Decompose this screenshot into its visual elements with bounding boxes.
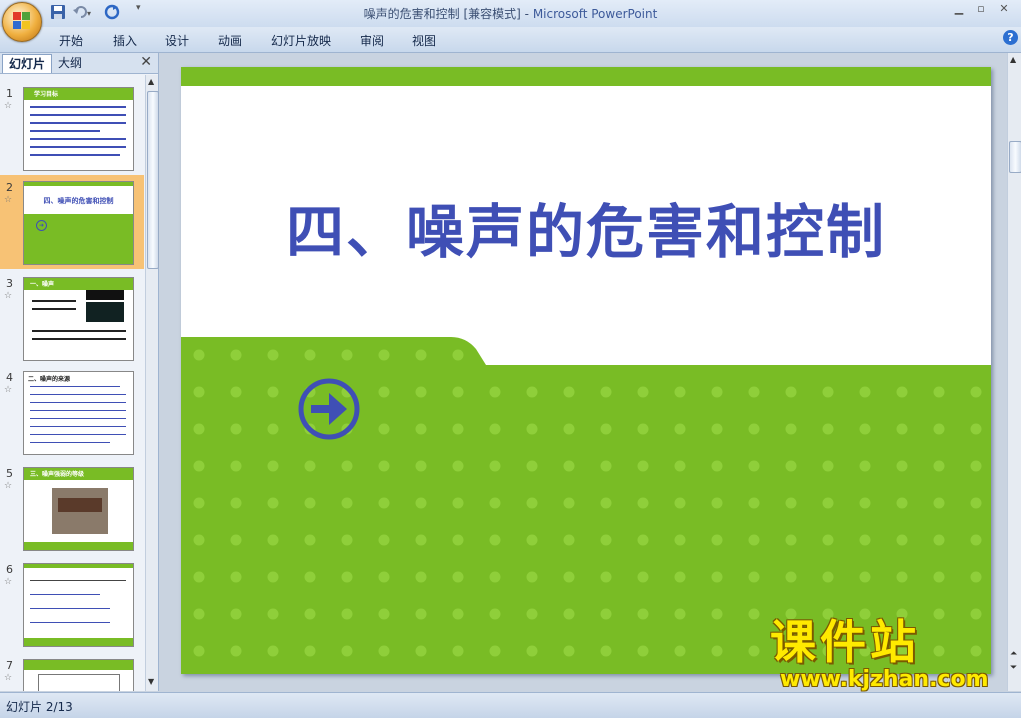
slide-indicator: 幻灯片 2/13: [6, 700, 73, 714]
transition-icon: ☆: [4, 481, 13, 491]
thumbnail-number: 5: [6, 467, 13, 480]
thumbnail-title: 三、噪声强弱的等级: [30, 471, 85, 478]
title-separator: -: [520, 7, 533, 21]
thumbnail-image: 一、噪声: [23, 277, 134, 361]
transition-icon: ☆: [4, 101, 13, 111]
title-bar: ▾ ▾ 噪声的危害和控制 [兼容模式] - Microsoft PowerPoi…: [0, 0, 1021, 27]
thumbnail-image: [23, 659, 134, 691]
thumbnail-image: [23, 563, 134, 647]
office-logo-icon: [13, 12, 31, 30]
thumbnail-number: 4: [6, 371, 13, 384]
tab-view[interactable]: 视图: [412, 32, 436, 49]
scroll-down-icon[interactable]: ▼: [148, 677, 154, 686]
tab-slides[interactable]: 幻灯片: [2, 54, 53, 73]
window-title: 噪声的危害和控制 [兼容模式] - Microsoft PowerPoint: [0, 5, 1021, 22]
tab-animations[interactable]: 动画: [218, 32, 242, 49]
slide-top-bar: [181, 67, 991, 86]
thumbnail-slide-5[interactable]: 5 ☆ 三、噪声强弱的等级: [0, 461, 144, 555]
restore-button[interactable]: ▫: [970, 2, 992, 16]
slide-scrollbar[interactable]: ▲ ⏶ ⏷: [1007, 53, 1021, 691]
slide-editor: 四、噪声的危害和控制: [159, 53, 1007, 691]
slide-title[interactable]: 四、噪声的危害和控制: [181, 185, 991, 269]
slides-panel: 幻灯片 大纲 ✕ 1 ☆ 学习目标 2 ☆ 四、噪声的危害和控制 ➜ 3 ☆ 一…: [0, 53, 159, 691]
watermark-url: www.kjzhan.com: [780, 667, 989, 692]
thumbnail-number: 7: [6, 659, 13, 672]
slide-canvas[interactable]: 四、噪声的危害和控制: [181, 67, 991, 674]
thumbnail-number: 2: [6, 181, 13, 194]
thumbnail-title: 二、噪声的来源: [28, 376, 71, 383]
scroll-up-icon[interactable]: ▲: [148, 77, 154, 86]
thumbnail-slide-2[interactable]: 2 ☆ 四、噪声的危害和控制 ➜: [0, 175, 144, 269]
arrow-right-icon[interactable]: [297, 377, 361, 441]
app-name: Microsoft PowerPoint: [532, 7, 658, 21]
tab-design[interactable]: 设计: [165, 32, 189, 49]
thumbnail-number: 6: [6, 563, 13, 576]
thumbnail-title: 四、噪声的危害和控制: [43, 197, 114, 205]
tab-insert[interactable]: 插入: [113, 32, 137, 49]
transition-icon: ☆: [4, 385, 13, 395]
close-panel-icon[interactable]: ✕: [140, 54, 152, 70]
thumbnail-title: 学习目标: [34, 91, 59, 98]
transition-icon: ☆: [4, 195, 13, 205]
tab-slideshow[interactable]: 幻灯片放映: [271, 32, 331, 49]
thumbnail-title: 一、噪声: [30, 281, 55, 288]
transition-icon: ☆: [4, 673, 13, 683]
tab-review[interactable]: 审阅: [360, 32, 384, 49]
thumbnail-image: 学习目标: [23, 87, 134, 171]
thumbnail-image: 四、噪声的危害和控制 ➜: [23, 181, 134, 265]
thumbnail-slide-3[interactable]: 3 ☆ 一、噪声: [0, 271, 144, 365]
minimize-button[interactable]: ▁: [948, 2, 970, 16]
close-button[interactable]: ✕: [993, 2, 1015, 16]
thumbnail-number: 3: [6, 277, 13, 290]
tab-home[interactable]: 开始: [59, 32, 83, 49]
thumbnail-slide-6[interactable]: 6 ☆: [0, 557, 144, 651]
thumbnail-slide-7[interactable]: 7 ☆: [0, 653, 144, 691]
tab-outline[interactable]: 大纲: [52, 54, 88, 72]
thumbnail-image: 三、噪声强弱的等级: [23, 467, 134, 551]
watermark-logo: 课件站 www.kjzhan.com: [770, 617, 1010, 697]
help-icon[interactable]: ?: [1003, 30, 1018, 45]
document-title: 噪声的危害和控制 [兼容模式]: [363, 7, 521, 21]
ribbon-tabs: 开始 插入 设计 动画 幻灯片放映 审阅 视图: [0, 27, 1021, 53]
watermark-main-text: 课件站: [770, 615, 920, 669]
transition-icon: ☆: [4, 577, 13, 587]
next-slide-icon[interactable]: ⏷: [1010, 663, 1017, 673]
thumbnail-slide-1[interactable]: 1 ☆ 学习目标: [0, 81, 144, 175]
thumbnail-slide-4[interactable]: 4 ☆ 二、噪声的来源: [0, 365, 144, 459]
thumbnail-number: 1: [6, 87, 13, 100]
thumbnail-scrollbar[interactable]: ▲ ▼: [145, 75, 159, 691]
previous-slide-icon[interactable]: ⏶: [1010, 649, 1017, 659]
thumbnail-image: 二、噪声的来源: [23, 371, 134, 455]
scroll-thumb[interactable]: [1009, 141, 1021, 173]
thumbnail-list: 1 ☆ 学习目标 2 ☆ 四、噪声的危害和控制 ➜ 3 ☆ 一、噪声 4 ☆ 二…: [0, 75, 144, 691]
office-button[interactable]: [2, 2, 42, 42]
panel-tabs: 幻灯片 大纲 ✕: [0, 53, 158, 74]
transition-icon: ☆: [4, 291, 13, 301]
scroll-thumb[interactable]: [147, 91, 159, 269]
scroll-up-icon[interactable]: ▲: [1010, 55, 1016, 64]
